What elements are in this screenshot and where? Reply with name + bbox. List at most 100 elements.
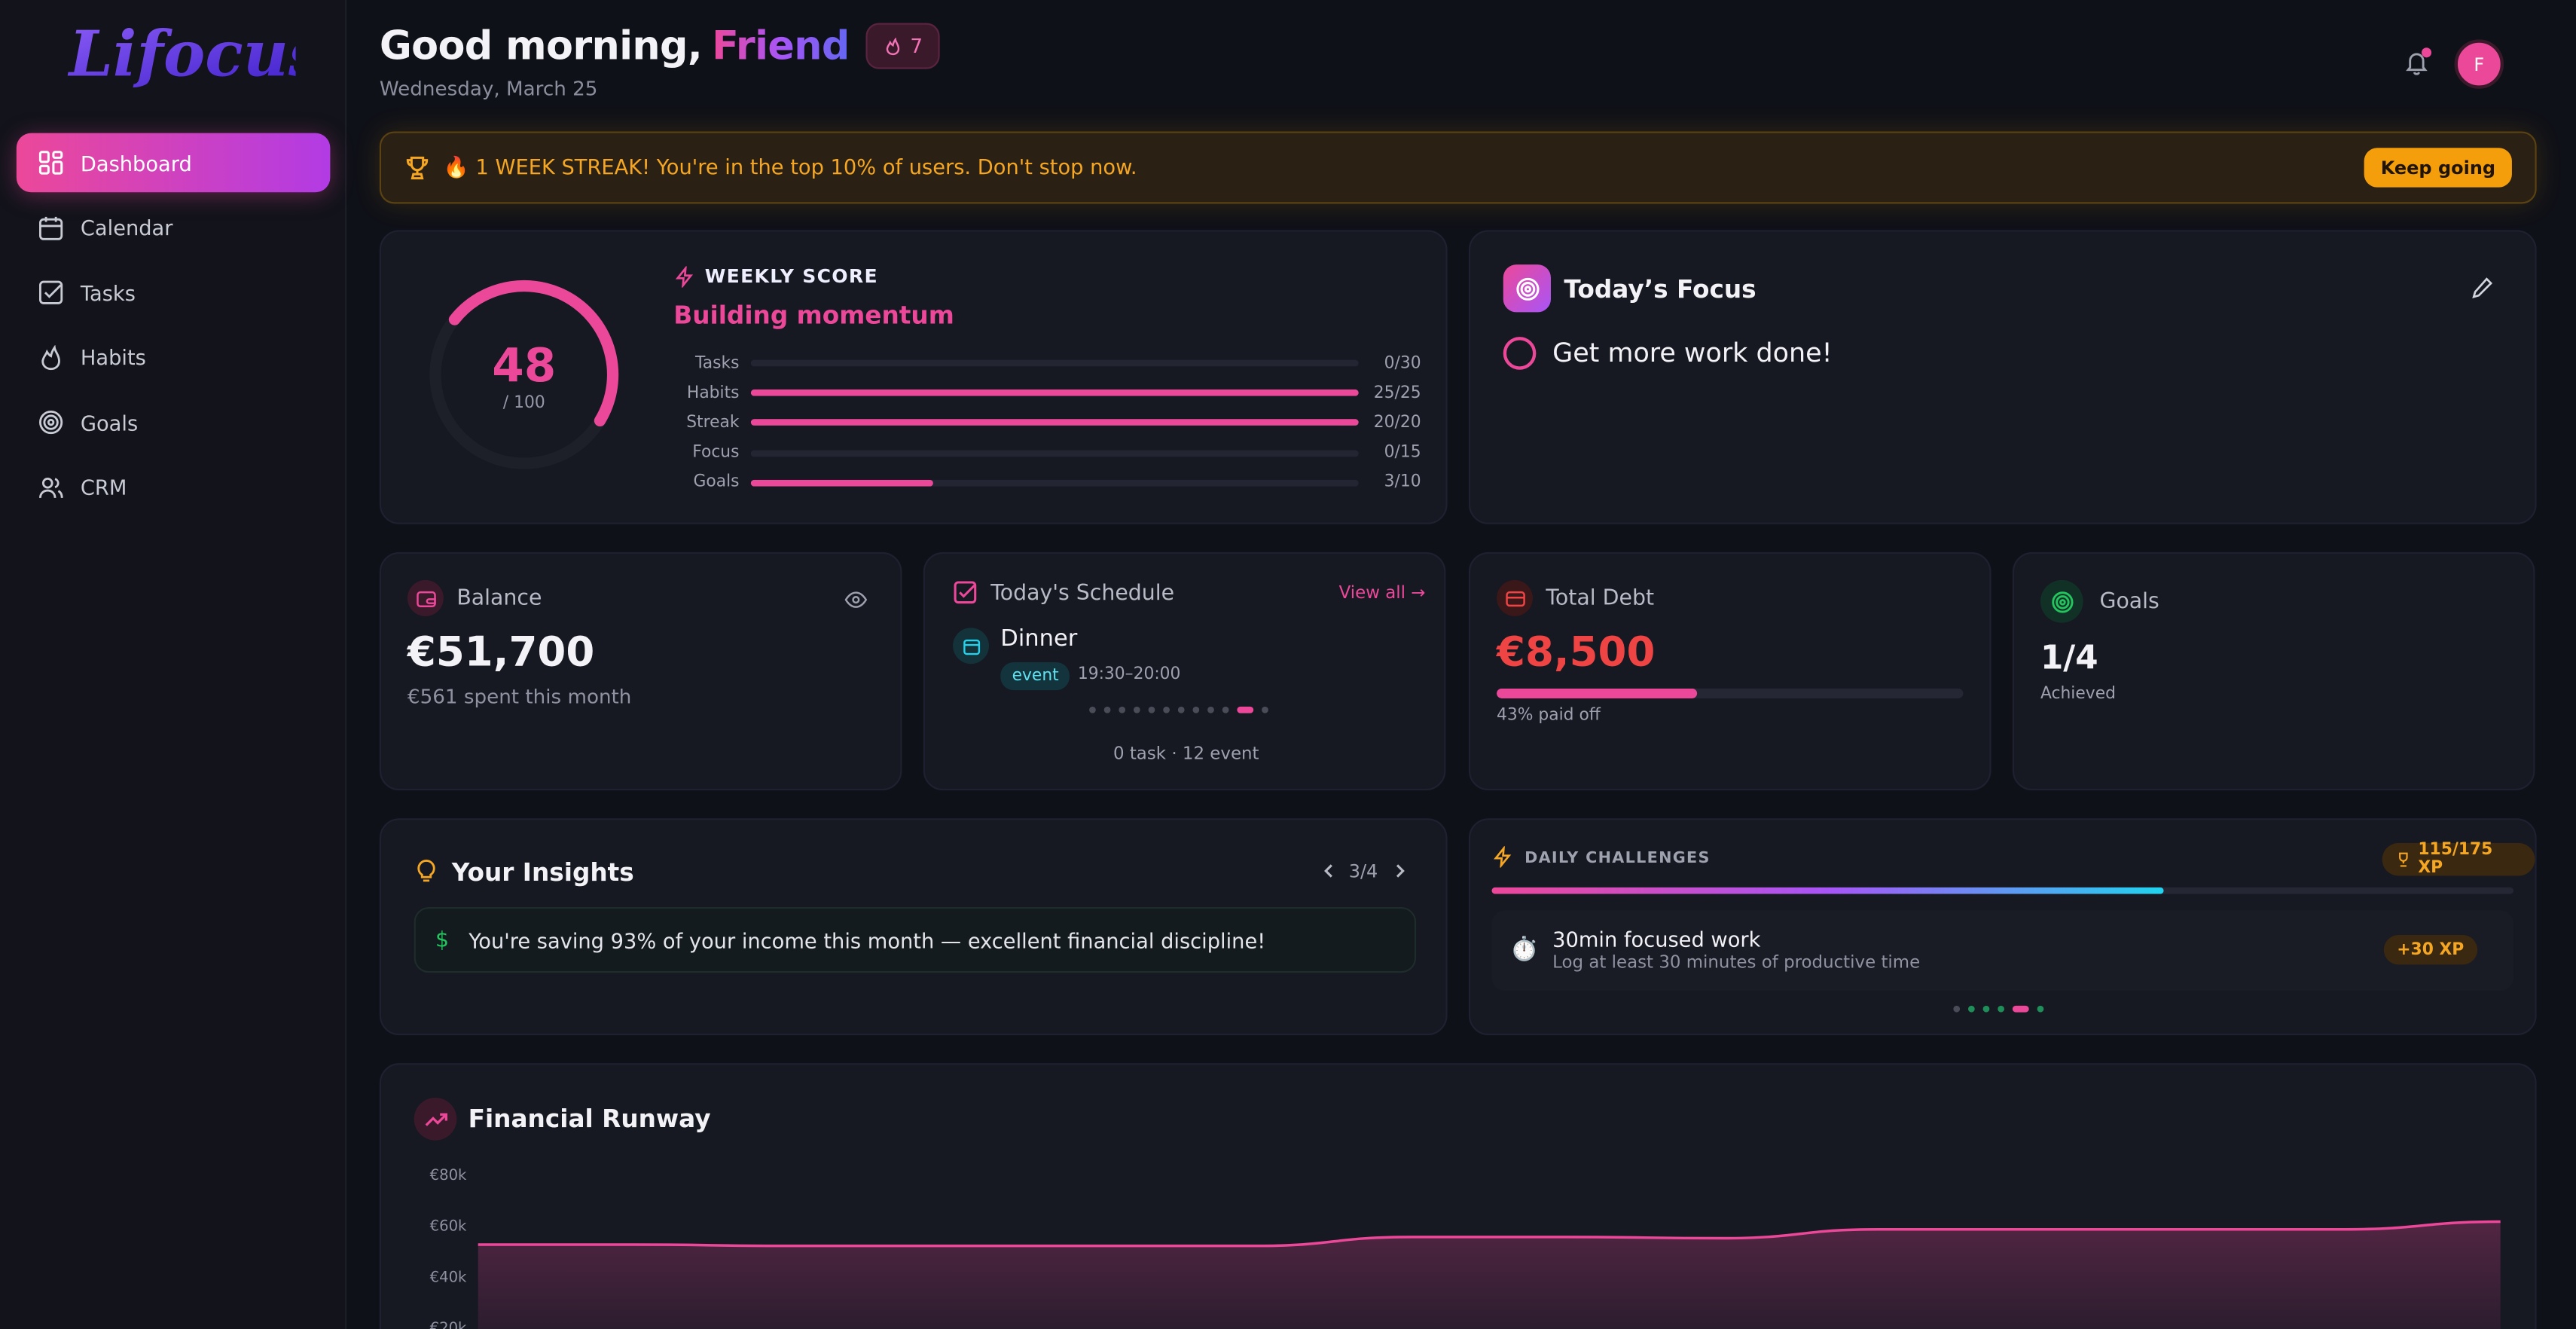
balance-sub: €561 spent this month <box>407 685 632 709</box>
pager-dot[interactable] <box>1953 1005 1961 1013</box>
pager-dot[interactable] <box>1163 706 1170 713</box>
runway-chart: €80k €60k €40k €20k <box>430 1166 2501 1329</box>
app-logo[interactable]: Lifocus <box>66 10 296 102</box>
flame-icon <box>38 344 64 371</box>
pager-dot[interactable] <box>2037 1005 2044 1013</box>
sidebar-item-label: Dashboard <box>80 150 192 176</box>
pager-dot[interactable] <box>1998 1005 2004 1013</box>
weekly-score-label-text: WEEKLY SCORE <box>704 264 879 288</box>
target-icon <box>1503 264 1551 313</box>
score-row-tasks: Tasks 0/30 <box>673 348 1421 378</box>
sidebar-item-label: Calendar <box>80 215 173 240</box>
users-icon <box>38 475 64 501</box>
lightbulb-icon <box>417 859 435 882</box>
sidebar-item-goals[interactable]: Goals <box>17 393 331 453</box>
streak-badge[interactable]: 7 <box>865 23 941 69</box>
schedule-card: Today's Schedule View all → Dinner event… <box>923 551 1446 791</box>
focus-item-text: Get more work done! <box>1552 337 1833 368</box>
greeting-text: Good morning, <box>379 23 703 69</box>
score-row-label: Focus <box>692 444 740 463</box>
pager-dot[interactable] <box>1177 706 1185 713</box>
page-title: Good morning, Friend 7 <box>380 23 941 69</box>
score-row-goals: Goals 3/10 <box>673 468 1421 498</box>
current-date: Wednesday, March 25 <box>379 77 598 101</box>
xp-total-badge: 115/175 XP <box>2382 841 2535 878</box>
balance-amount: €51,700 <box>407 628 595 676</box>
challenge-sub: Log at least 30 minutes of productive ti… <box>1552 953 1921 973</box>
goals-value: 1/4 <box>2040 637 2098 677</box>
schedule-footer: 0 task · 12 event <box>1113 744 1259 765</box>
sidebar-item-crm[interactable]: CRM <box>17 458 331 518</box>
logo-text: Lifocus <box>68 17 296 90</box>
pager-dot[interactable] <box>1089 706 1096 713</box>
xp-total: 115/175 XP <box>2418 841 2493 878</box>
sidebar-item-tasks[interactable]: Tasks <box>17 263 331 322</box>
score-row-habits: Habits 25/25 <box>673 378 1421 408</box>
balance-title: Balance <box>456 586 542 612</box>
debt-title: Total Debt <box>1546 586 1655 612</box>
pager-dot[interactable] <box>1222 706 1229 713</box>
avatar[interactable]: F <box>2454 39 2504 89</box>
event-tag: event <box>1000 661 1070 691</box>
pencil-icon[interactable] <box>2471 276 2494 299</box>
event-title[interactable]: Dinner <box>1000 626 1077 652</box>
schedule-title: Today's Schedule <box>990 582 1175 606</box>
score-row-value: 0/30 <box>1384 354 1421 373</box>
chart-title: Financial Runway <box>468 1104 711 1134</box>
pager-dot[interactable] <box>1262 706 1268 713</box>
score-row-fill <box>750 390 1359 397</box>
challenges-label: DAILY CHALLENGES <box>1525 849 1711 868</box>
pager-dot[interactable] <box>1982 1005 1990 1013</box>
financial-runway-card: Financial Runway €80k €60k €40k €20k <box>379 1063 2537 1329</box>
notification-dot <box>2421 47 2432 58</box>
score-value: 48 <box>492 338 557 393</box>
pager-dot[interactable] <box>1237 706 1254 713</box>
pager-dot[interactable] <box>1148 706 1155 713</box>
sidebar-item-label: CRM <box>80 475 127 501</box>
score-row-fill <box>750 479 933 487</box>
pager-dot[interactable] <box>2012 1005 2029 1013</box>
chevron-right-icon[interactable] <box>1391 863 1408 879</box>
sidebar-nav: Dashboard Calendar Tasks Habits Goals CR… <box>16 133 331 524</box>
challenge-item[interactable]: ⏱️ 30min focused work Log at least 30 mi… <box>1491 910 2514 991</box>
goals-title: Goals <box>2099 590 2159 615</box>
score-row-value: 0/15 <box>1384 444 1421 463</box>
score-row-fill <box>750 420 1359 426</box>
goals-sub: Achieved <box>2040 685 2116 704</box>
challenges-card: DAILY CHALLENGES 115/175 XP ⏱️ 30min foc… <box>1468 818 2537 1036</box>
pager-dot[interactable] <box>1133 706 1140 713</box>
weekly-score-label: WEEKLY SCORE <box>673 264 878 288</box>
challenge-progress-bar <box>1491 887 2514 894</box>
goals-card: Goals 1/4 Achieved <box>2012 551 2535 791</box>
sidebar: Lifocus Dashboard Calendar Tasks <box>0 0 347 1329</box>
debt-amount: €8,500 <box>1497 628 1656 676</box>
dashboard-icon <box>38 149 64 176</box>
pager-dot[interactable] <box>1207 706 1214 713</box>
focus-checkbox[interactable] <box>1503 337 1537 370</box>
flame-icon <box>886 37 900 55</box>
sidebar-item-calendar[interactable]: Calendar <box>17 198 331 258</box>
sidebar-item-habits[interactable]: Habits <box>17 328 331 388</box>
score-row-value: 25/25 <box>1373 383 1421 402</box>
lightning-icon <box>1494 846 1512 868</box>
score-row-label: Habits <box>686 383 740 402</box>
calendar-icon <box>953 628 990 664</box>
todays-focus-card: Today’s Focus Get more work done! <box>1468 230 2537 524</box>
view-all-link[interactable]: View all → <box>1339 583 1426 603</box>
insights-card: Your Insights 3/4 $ You're saving 93% of… <box>379 818 1448 1036</box>
sidebar-item-dashboard[interactable]: Dashboard <box>16 133 331 193</box>
score-row-streak: Streak 20/20 <box>673 408 1421 438</box>
pager-dot[interactable] <box>1103 706 1111 713</box>
pager-dot[interactable] <box>1192 706 1200 713</box>
event-time: 19:30–20:00 <box>1077 665 1181 684</box>
pager-dot[interactable] <box>1967 1005 1975 1013</box>
target-icon <box>2040 579 2083 623</box>
credit-card-icon <box>1497 579 1533 616</box>
score-row-label: Goals <box>693 473 740 492</box>
score-gauge: 48 / 100 <box>417 256 631 486</box>
keep-going-button[interactable]: Keep going <box>2364 148 2512 188</box>
pager-dot[interactable] <box>1119 706 1126 713</box>
trophy-icon <box>406 156 429 180</box>
chevron-left-icon[interactable] <box>1321 863 1338 879</box>
eye-icon[interactable] <box>844 588 868 612</box>
